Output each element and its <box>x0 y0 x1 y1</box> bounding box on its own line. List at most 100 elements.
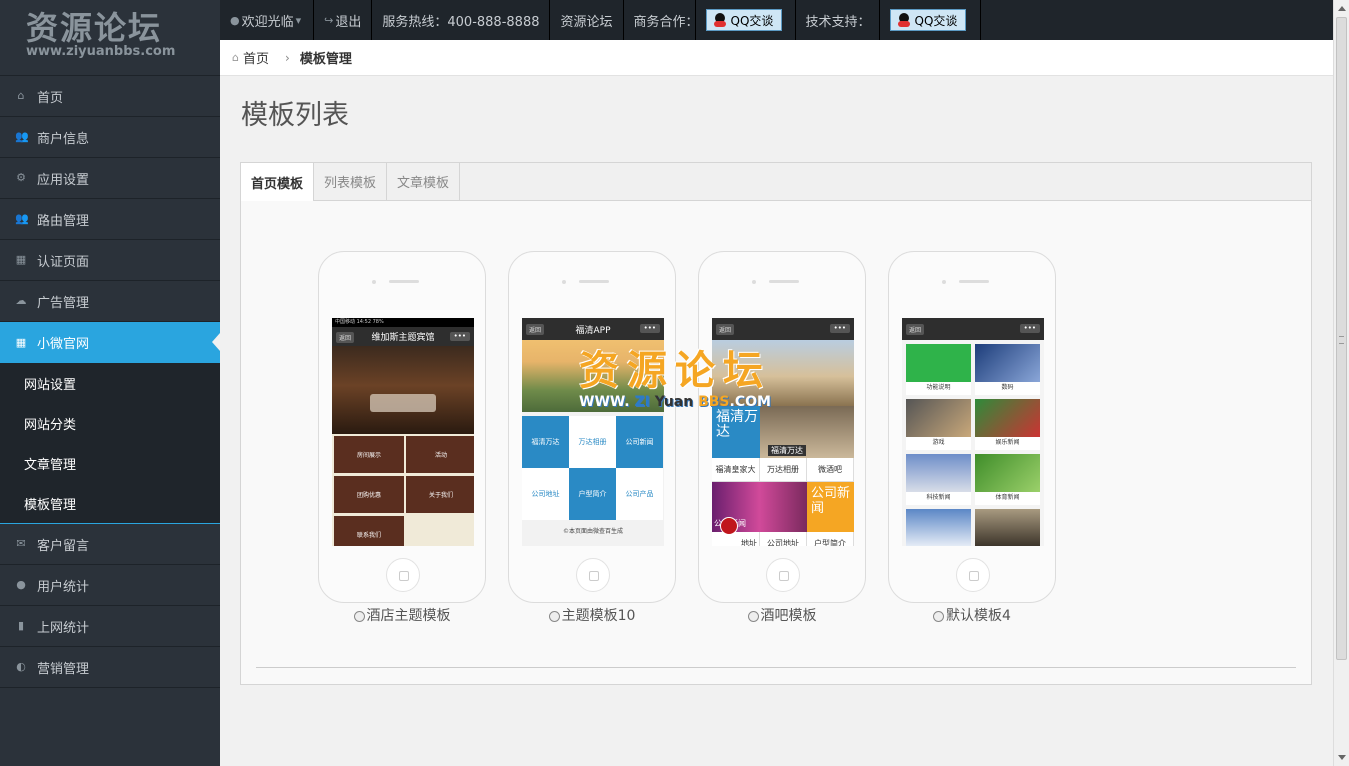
cell-caption: 娱乐新闻 <box>995 439 1020 446</box>
cell-caption: 游戏 <box>932 439 945 446</box>
table-icon: ▦ <box>15 253 27 266</box>
sidebar-item-net-stats[interactable]: ▮ 上网统计 <box>0 606 220 647</box>
qq-chat-label: QQ交谈 <box>730 13 774 28</box>
sidebar-item-micro-site[interactable]: ▦ 小微官网 <box>0 322 220 363</box>
breadcrumb: ⌂ 首页 › 模板管理 <box>220 40 1333 76</box>
submenu-item-article[interactable]: 文章管理 <box>0 443 220 483</box>
home-icon: ⌂ <box>17 89 25 102</box>
template-option[interactable]: 酒店主题模板 <box>318 605 486 625</box>
tile: 户型简介 <box>569 468 616 520</box>
share-icon: ↪ <box>324 13 334 27</box>
sidebar-item-messages[interactable]: ✉ 客户留言 <box>0 524 220 565</box>
tab-list-template[interactable]: 列表模板 <box>314 163 388 200</box>
screen-header: 返回 福清APP ••• <box>522 318 664 340</box>
scrollbar-thumb[interactable] <box>1336 17 1347 660</box>
scroll-down-icon[interactable] <box>1338 755 1346 760</box>
chevron-right-icon: › <box>285 50 290 65</box>
tab-article-template[interactable]: 文章模板 <box>387 163 461 200</box>
template-radio[interactable] <box>933 611 945 622</box>
template-option[interactable]: 主题模板10 <box>508 605 676 625</box>
screen-header: 返回 维加斯主题宾馆 ••• <box>332 327 474 346</box>
speaker-icon <box>579 280 609 283</box>
tile: 公司地址 <box>522 468 569 520</box>
sidebar-item-label: 认证页面 <box>37 254 90 270</box>
sidebar-item-merchant[interactable]: 👥 商户信息 <box>0 117 220 158</box>
template-radio[interactable] <box>747 611 759 622</box>
phone-screen: 返回 ••• 福清万达 福清万达 福清皇家大 万达相册 微酒吧 公司新闻 地址 … <box>712 318 854 546</box>
screen-title: 维加斯主题宾馆 <box>371 333 435 343</box>
hotel-cell: 活动 <box>406 436 474 473</box>
envelope-icon: ✉ <box>16 537 26 550</box>
default-grid: 功能说明 数码 游戏 娱乐新闻 科技新闻 体育新闻 <box>902 340 1044 546</box>
sidebar-item-user-stats[interactable]: ● 用户统计 <box>0 565 220 606</box>
breadcrumb-home[interactable]: 首页 <box>243 48 269 67</box>
qq-chat-button[interactable]: QQ交谈 <box>705 9 783 31</box>
submenu-item-template[interactable]: 模板管理 <box>0 483 220 523</box>
sidebar-item-marketing[interactable]: ◐ 营销管理 <box>0 647 220 688</box>
gears-icon: ⚙ <box>16 171 26 184</box>
submenu-item-site-category[interactable]: 网站分类 <box>0 403 220 443</box>
topbar: ● 欢迎光临 ▾ ↪ 退出 服务热线：400-888-8888 资源论坛 商务合… <box>220 0 1333 40</box>
template-list: 中国移动 14:52 78% 返回 维加斯主题宾馆 ••• 房间展示 活动 团购… <box>318 251 1078 624</box>
camera-icon <box>942 280 946 284</box>
bar-link-row: 福清皇家大 万达相册 微酒吧 <box>712 458 854 482</box>
template-card[interactable]: 返回 ••• 福清万达 福清万达 福清皇家大 万达相册 微酒吧 公司新闻 地址 … <box>698 251 866 624</box>
sidebar-item-label: 商户信息 <box>37 131 90 147</box>
tile-grid: 福清万达 万达相册 公司新闻 公司地址 户型简介 公司产品 <box>522 412 664 520</box>
speaker-icon <box>769 280 799 283</box>
status-bar: 中国移动 14:52 78% <box>332 318 474 327</box>
template-option[interactable]: 酒吧模板 <box>698 605 866 625</box>
phone-frame: 返回 ••• 功能说明 数码 游戏 娱乐新闻 科技新闻 体育新闻 <box>888 251 1056 603</box>
users-icon: 👥 <box>15 130 29 143</box>
more-icon: ••• <box>1019 324 1040 333</box>
android-icon <box>906 344 971 382</box>
template-option[interactable]: 默认模板4 <box>888 605 1056 625</box>
phone-frame: 中国移动 14:52 78% 返回 维加斯主题宾馆 ••• 房间展示 活动 团购… <box>318 251 486 603</box>
scrollbar[interactable] <box>1333 0 1349 766</box>
screen-header: 返回 ••• <box>902 318 1044 340</box>
template-name: 酒吧模板 <box>760 608 817 624</box>
default-cell: 科技新闻 <box>906 454 971 505</box>
sidebar-item-label: 应用设置 <box>37 172 90 188</box>
template-card[interactable]: 中国移动 14:52 78% 返回 维加斯主题宾馆 ••• 房间展示 活动 团购… <box>318 251 486 624</box>
submenu-item-site-settings[interactable]: 网站设置 <box>0 363 220 403</box>
back-button: 返回 <box>526 324 545 335</box>
sidebar: 资源论坛 www.ziyuanbbs.com ⌂ 首页 👥 商户信息 ⚙ 应用设… <box>0 0 220 766</box>
landscape-image <box>522 340 664 412</box>
phone-screen: 返回 福清APP ••• 福清万达 万达相册 公司新闻 公司地址 户型简介 公司… <box>522 318 664 546</box>
cell-caption: 科技新闻 <box>926 494 951 501</box>
phone-frame: 返回 福清APP ••• 福清万达 万达相册 公司新闻 公司地址 户型简介 公司… <box>508 251 676 603</box>
sidebar-item-home[interactable]: ⌂ 首页 <box>0 76 220 117</box>
default-cell: 娱乐新闻 <box>975 399 1040 450</box>
template-radio[interactable] <box>548 611 560 622</box>
logo-title: 资源论坛 <box>26 9 163 47</box>
caret-down-icon: ▾ <box>295 13 302 27</box>
logo[interactable]: 资源论坛 www.ziyuanbbs.com <box>0 0 220 76</box>
sidebar-item-ads[interactable]: ☁ 广告管理 <box>0 281 220 322</box>
scroll-up-icon[interactable] <box>1338 6 1346 11</box>
welcome-dropdown[interactable]: ● 欢迎光临 ▾ <box>220 0 315 40</box>
tech-image <box>906 454 971 492</box>
link-cell: 地址 <box>712 532 760 546</box>
qq-chat-button-2[interactable]: QQ交谈 <box>889 9 967 31</box>
sidebar-item-router[interactable]: 👥 路由管理 <box>0 199 220 240</box>
sidebar-item-auth-page[interactable]: ▦ 认证页面 <box>0 240 220 281</box>
tab-home-template[interactable]: 首页模板 <box>241 163 315 201</box>
sidebar-item-app-settings[interactable]: ⚙ 应用设置 <box>0 158 220 199</box>
photo-tile: 福清万达 <box>760 406 854 458</box>
logout-button[interactable]: ↪ 退出 <box>314 0 373 40</box>
camera-icon <box>372 280 376 284</box>
hotel-cell-empty <box>406 516 474 546</box>
template-card[interactable]: 返回 ••• 功能说明 数码 游戏 娱乐新闻 科技新闻 体育新闻 默认模板4 <box>888 251 1056 624</box>
forum-link[interactable]: 资源论坛 <box>550 0 624 40</box>
more-icon: ••• <box>449 332 470 341</box>
screen-title: 福清APP <box>575 325 611 336</box>
template-card[interactable]: 返回 福清APP ••• 福清万达 万达相册 公司新闻 公司地址 户型简介 公司… <box>508 251 676 624</box>
tech-support-label: 技术支持： <box>796 0 880 40</box>
template-radio[interactable] <box>353 611 365 622</box>
building-image <box>712 340 854 406</box>
business-qq: QQ交谈 <box>696 0 796 40</box>
tech-support-qq: QQ交谈 <box>880 0 981 40</box>
tile: 公司新闻 <box>616 416 663 468</box>
screen-footer: ©本页面由微查百生成 <box>562 528 623 535</box>
